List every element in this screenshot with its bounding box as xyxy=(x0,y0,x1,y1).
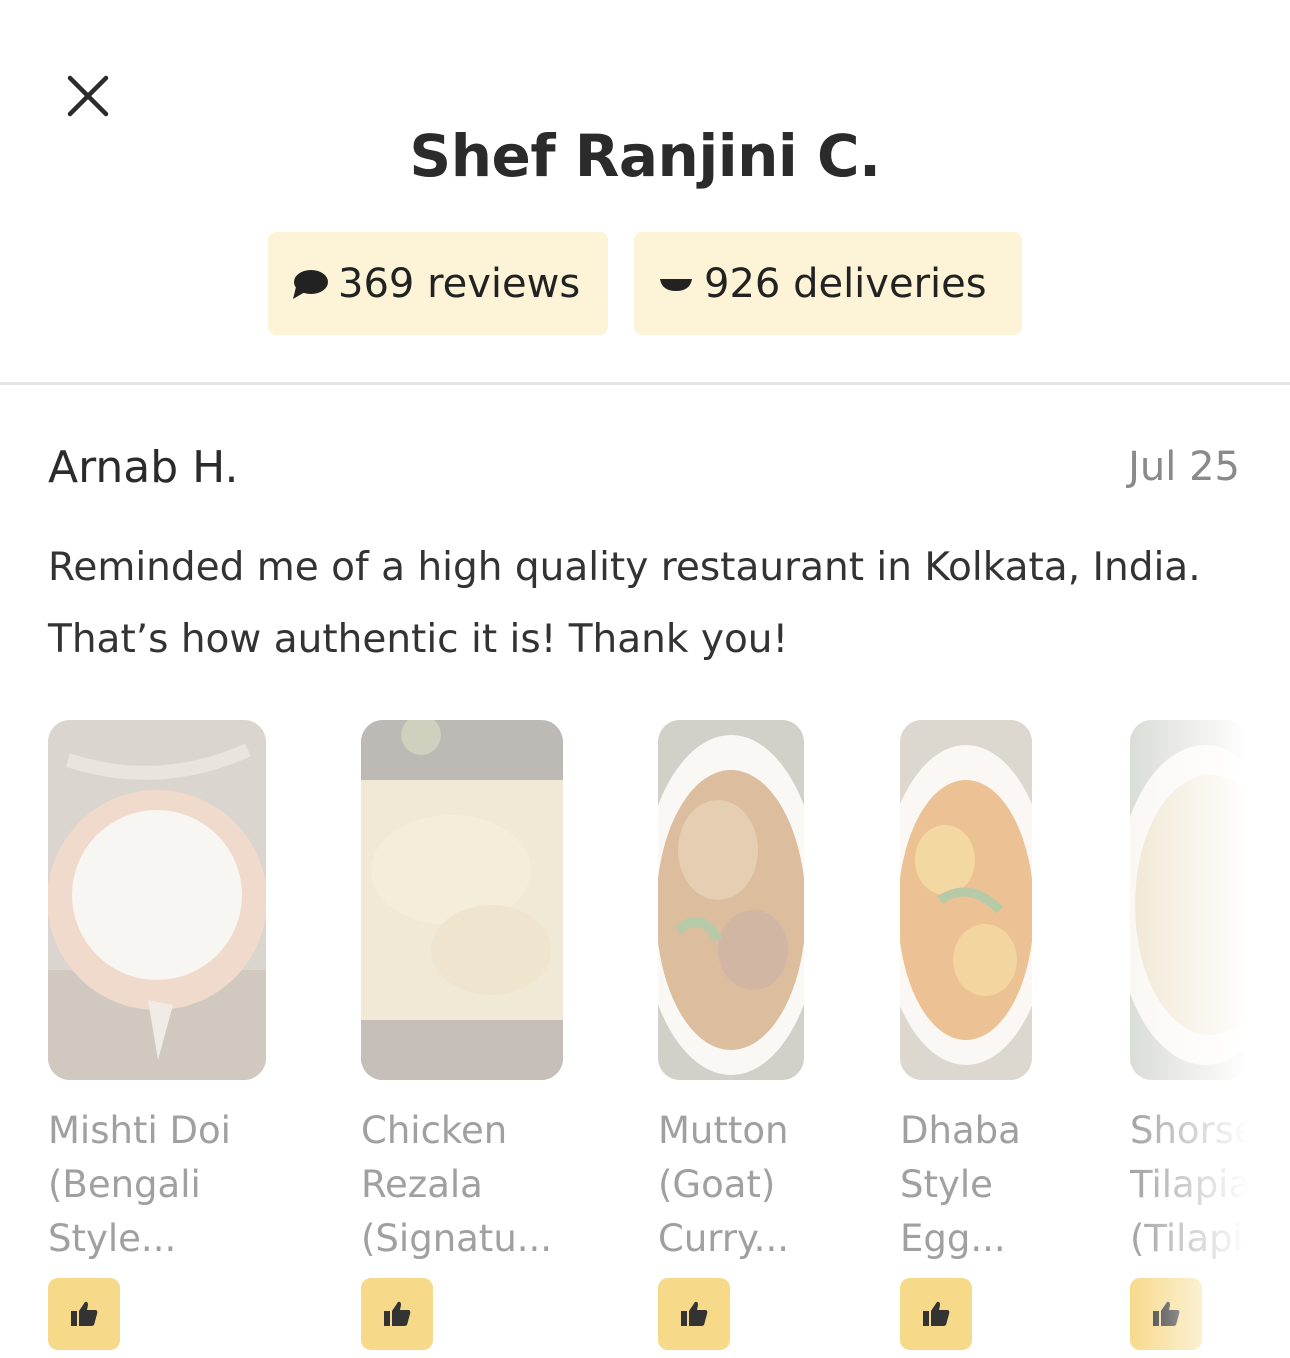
dish-name: Chicken Rezala (Signatu... xyxy=(361,1109,553,1260)
divider xyxy=(0,382,1290,385)
dish-photo[interactable] xyxy=(900,720,1032,1080)
dish-name: Mishti Doi (Bengali Style... xyxy=(48,1109,231,1260)
deliveries-pill[interactable]: 926 deliveries xyxy=(634,232,1022,335)
dish-card[interactable]: Dhaba Style Egg... xyxy=(900,720,1032,1350)
like-button[interactable] xyxy=(361,1278,433,1350)
review-date: Jul 25 xyxy=(1128,444,1240,490)
like-button[interactable] xyxy=(658,1278,730,1350)
dish-card[interactable]: Mishti Doi (Bengali Style... xyxy=(48,720,266,1350)
dish-name: Shorse Tilapia (Tilapia xyxy=(1130,1109,1248,1260)
chat-bubble-icon xyxy=(290,267,330,301)
reviews-pill[interactable]: 369 reviews xyxy=(268,232,608,335)
reviews-count: 369 reviews xyxy=(338,260,581,307)
like-button[interactable] xyxy=(900,1278,972,1350)
dish-name: Mutton (Goat) Curry... xyxy=(658,1109,789,1260)
close-button[interactable] xyxy=(62,70,114,122)
dish-photo[interactable] xyxy=(658,720,804,1080)
dish-card[interactable]: Chicken Rezala (Signatu... xyxy=(361,720,563,1350)
deliveries-count: 926 deliveries xyxy=(704,260,987,307)
like-button[interactable] xyxy=(48,1278,120,1350)
close-icon xyxy=(67,75,109,117)
dish-carousel[interactable]: Mishti Doi (Bengali Style... Chicken Rez… xyxy=(48,720,1248,1350)
review-text: Reminded me of a high quality restaurant… xyxy=(48,545,1201,662)
page-title: Shef Ranjini C. xyxy=(409,122,881,190)
dish-card[interactable]: Shorse Tilapia (Tilapia xyxy=(1130,720,1248,1350)
dish-photo[interactable] xyxy=(48,720,266,1080)
thumbs-up-icon xyxy=(681,1301,708,1326)
thumbs-up-icon xyxy=(384,1301,411,1326)
bowl-icon xyxy=(656,274,696,294)
dish-name: Dhaba Style Egg... xyxy=(900,1109,1021,1260)
dish-card[interactable]: Mutton (Goat) Curry... xyxy=(658,720,804,1350)
dish-photo[interactable] xyxy=(1130,720,1248,1080)
review-author: Arnab H. xyxy=(48,442,239,493)
stats-bar: 369 reviews 926 deliveries xyxy=(0,232,1290,335)
dish-photo[interactable] xyxy=(361,720,563,1080)
like-button[interactable] xyxy=(1130,1278,1202,1350)
thumbs-up-icon xyxy=(1153,1301,1180,1326)
thumbs-up-icon xyxy=(71,1301,98,1326)
thumbs-up-icon xyxy=(923,1301,950,1326)
